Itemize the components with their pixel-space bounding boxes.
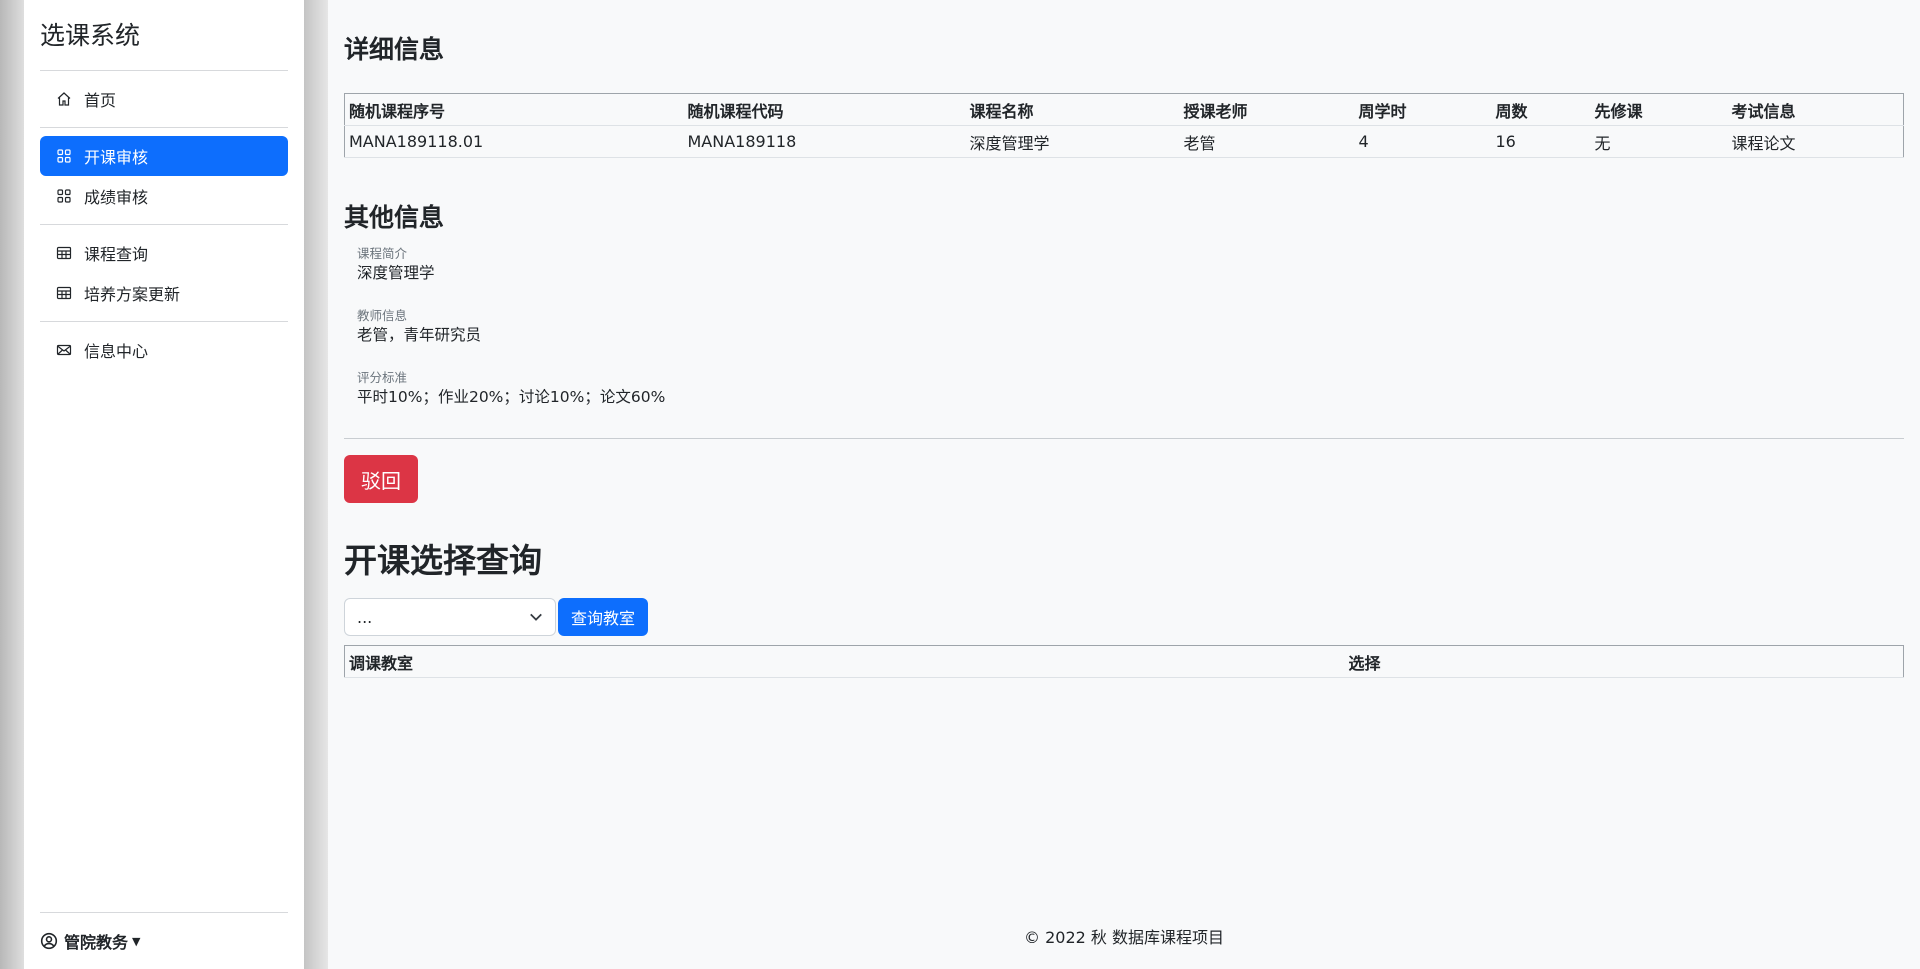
sidebar-item-label: 信息中心 (84, 342, 149, 361)
caret-down-icon: ▼ (132, 934, 141, 948)
sidebar-item-label: 培养方案更新 (84, 285, 181, 304)
detail-title: 详细信息 (344, 35, 445, 64)
user-name: 管院教务 (64, 933, 129, 952)
info-label: 教师信息 (357, 308, 408, 323)
column-header: 授课老师 (1179, 93, 1355, 126)
column-header: 随机课程代码 (683, 93, 966, 126)
section-divider (344, 438, 1904, 439)
sidebar-shadow (304, 0, 328, 969)
other-info-title: 其他信息 (344, 203, 445, 232)
table-row: MANA189118.01 MANA189118 深度管理学 老管 4 16 无… (344, 125, 1904, 158)
copyright-footer: © 2022 秋 数据库课程项目 (1024, 928, 1224, 947)
info-label: 评分标准 (357, 370, 408, 385)
table-cell: 深度管理学 (965, 125, 1180, 158)
nav-group-review: 开课审核 成绩审核 (40, 128, 288, 224)
detail-table: 随机课程序号 随机课程代码 课程名称 授课老师 周学时 周数 先修课 考试信息 … (344, 93, 1904, 158)
table-header-row: 随机课程序号 随机课程代码 课程名称 授课老师 周学时 周数 先修课 考试信息 (344, 93, 1904, 126)
table-cell: 4 (1354, 125, 1492, 158)
column-header: 调课教室 (344, 645, 1345, 678)
sidebar-item-grade-review[interactable]: 成绩审核 (40, 176, 288, 216)
column-header: 考试信息 (1727, 93, 1904, 126)
grid-icon (56, 148, 72, 164)
table-cell: 老管 (1179, 125, 1355, 158)
nav-group-info: 信息中心 (40, 322, 288, 378)
sidebar: 选课系统 首页 开课审核 成绩审核 课程查询 培养方案更新 信息中心 管院教务 … (24, 0, 304, 969)
window-left-edge (0, 0, 24, 969)
sidebar-item-label: 开课审核 (84, 148, 149, 167)
teacher-info: 教师信息 老管，青年研究员 (357, 308, 481, 346)
info-value: 深度管理学 (357, 264, 435, 282)
table-header-row: 调课教室 选择 (344, 645, 1904, 678)
envelope-icon (56, 342, 72, 358)
table-cell: MANA189118 (683, 125, 966, 158)
sidebar-item-home[interactable]: 首页 (40, 79, 288, 119)
chevron-down-icon (529, 609, 543, 623)
sidebar-item-label: 课程查询 (84, 245, 149, 264)
sidebar-item-label: 成绩审核 (84, 188, 149, 207)
table-icon (56, 245, 72, 261)
select-value: ... (357, 607, 373, 627)
nav-group-query: 课程查询 培养方案更新 (40, 225, 288, 321)
user-circle-icon (40, 932, 58, 950)
sidebar-item-info-center[interactable]: 信息中心 (40, 330, 288, 370)
query-classroom-button[interactable]: 查询教室 (558, 598, 648, 636)
table-cell: 16 (1491, 125, 1591, 158)
course-intro: 课程简介 深度管理学 (357, 246, 435, 284)
brand-title: 选课系统 (40, 21, 141, 50)
classroom-select[interactable]: ... (344, 598, 556, 636)
info-label: 课程简介 (357, 246, 408, 261)
sidebar-item-plan-update[interactable]: 培养方案更新 (40, 273, 288, 313)
table-cell: 课程论文 (1727, 125, 1904, 158)
home-icon (56, 91, 72, 107)
table-cell: 无 (1590, 125, 1728, 158)
table-cell: MANA189118.01 (344, 125, 684, 158)
grading-criteria: 评分标准 平时10%；作业20%；讨论10%；论文60% (357, 370, 665, 408)
info-value: 平时10%；作业20%；讨论10%；论文60% (357, 388, 666, 406)
sidebar-item-course-review[interactable]: 开课审核 (40, 136, 288, 176)
selection-title: 开课选择查询 (344, 541, 542, 580)
nav-group-home: 首页 (40, 71, 288, 127)
main-content: 详细信息 随机课程序号 随机课程代码 课程名称 授课老师 周学时 周数 先修课 … (344, 0, 1904, 969)
reject-button[interactable]: 驳回 (344, 455, 418, 503)
info-value: 老管，青年研究员 (357, 326, 482, 344)
sidebar-item-label: 首页 (84, 91, 117, 110)
column-header: 随机课程序号 (344, 93, 684, 126)
user-menu[interactable]: 管院教务 ▼ (40, 912, 288, 969)
column-header: 先修课 (1590, 93, 1728, 126)
grid-icon (56, 188, 72, 204)
sidebar-item-course-query[interactable]: 课程查询 (40, 233, 288, 273)
classroom-table: 调课教室 选择 (344, 645, 1904, 678)
app-frame: 选课系统 首页 开课审核 成绩审核 课程查询 培养方案更新 信息中心 管院教务 … (0, 0, 1920, 969)
column-header: 周数 (1491, 93, 1591, 126)
column-header: 周学时 (1354, 93, 1492, 126)
column-header: 课程名称 (965, 93, 1180, 126)
column-header: 选择 (1344, 645, 1904, 678)
table-icon (56, 285, 72, 301)
